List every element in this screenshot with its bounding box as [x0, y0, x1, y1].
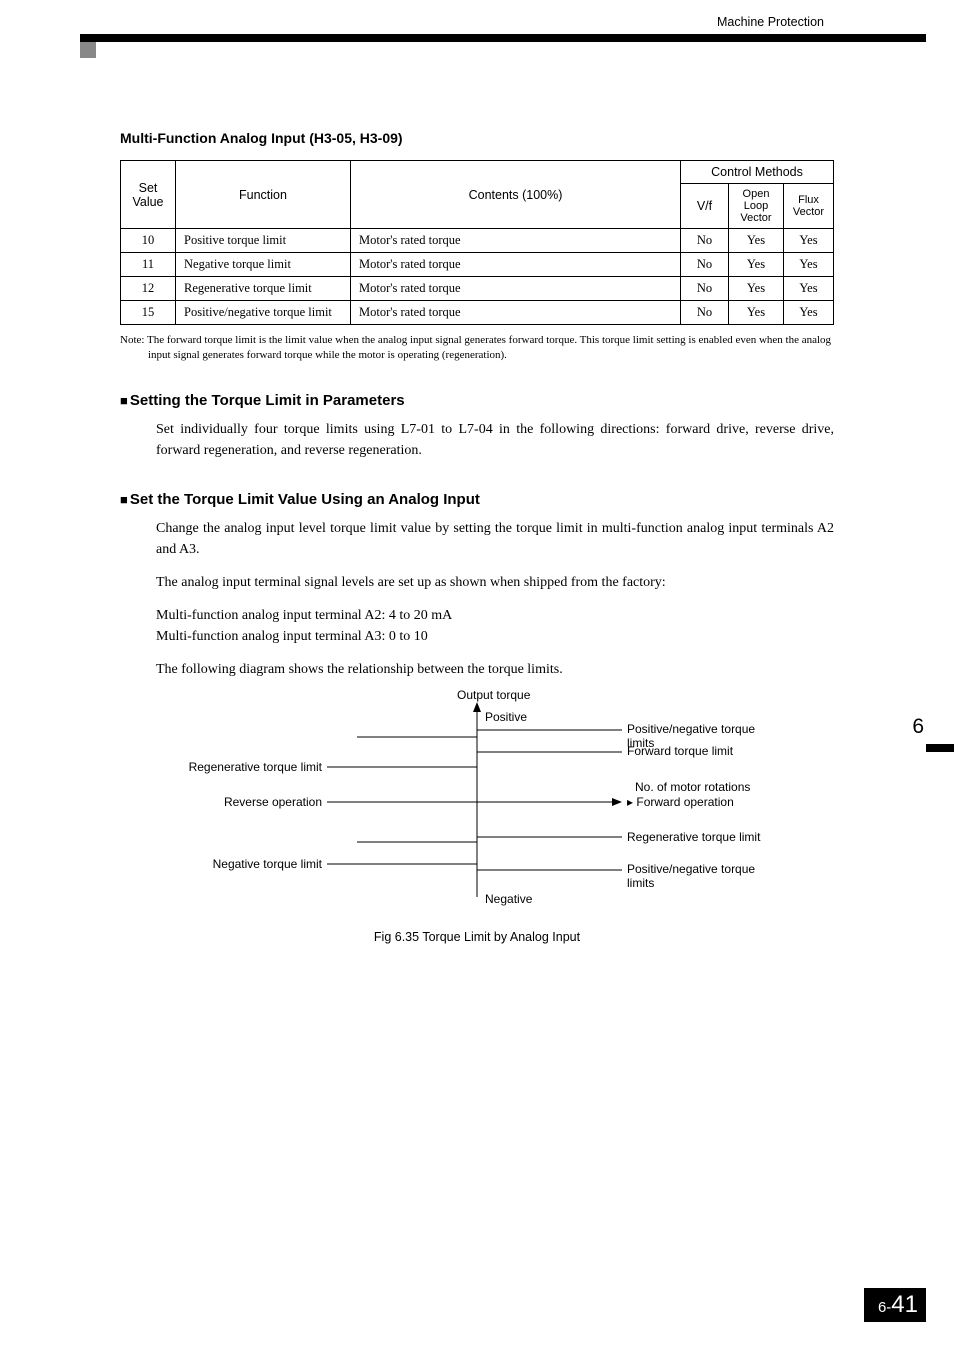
cell-cn: Motor's rated torque: [351, 301, 681, 325]
label-fwd-op: ▸ Forward operation: [627, 795, 734, 809]
table-title: Multi-Function Analog Input (H3-05, H3-0…: [120, 130, 834, 146]
table-row: 11 Negative torque limit Motor's rated t…: [121, 253, 834, 277]
label-neg-limit: Negative torque limit: [213, 857, 322, 871]
analog-input-table: Set Value Function Contents (100%) Contr…: [120, 160, 834, 325]
paragraph: Change the analog input level torque lim…: [156, 518, 834, 560]
footer-chap: 6-: [878, 1299, 891, 1316]
cell-sv: 10: [121, 229, 176, 253]
cell-olv: Yes: [729, 229, 784, 253]
cell-olv: Yes: [729, 253, 784, 277]
paragraph: Multi-function analog input terminal A2:…: [156, 605, 834, 647]
cell-cn: Motor's rated torque: [351, 253, 681, 277]
table-row: 10 Positive torque limit Motor's rated t…: [121, 229, 834, 253]
cell-sv: 12: [121, 277, 176, 301]
label-regen-left: Regenerative torque limit: [189, 760, 322, 774]
cell-fv: Yes: [784, 229, 834, 253]
cell-vf: No: [681, 253, 729, 277]
label-pn-limits2: Positive/negative torque limits: [627, 862, 777, 890]
paragraph: The following diagram shows the relation…: [156, 659, 834, 680]
chapter-number: 6: [912, 715, 924, 739]
th-vf: V/f: [681, 184, 729, 229]
section-heading: Setting the Torque Limit in Parameters: [120, 392, 834, 409]
section-heading: Set the Torque Limit Value Using an Anal…: [120, 491, 834, 508]
side-bar: [926, 744, 954, 752]
header-rule: [80, 34, 926, 42]
cell-vf: No: [681, 229, 729, 253]
label-positive: Positive: [485, 710, 527, 724]
table-row: 12 Regenerative torque limit Motor's rat…: [121, 277, 834, 301]
th-olv: Open Loop Vector: [729, 184, 784, 229]
cell-cn: Motor's rated torque: [351, 277, 681, 301]
label-rotations: No. of motor rotations: [635, 780, 750, 794]
cell-fv: Yes: [784, 301, 834, 325]
th-fv: Flux Vector: [784, 184, 834, 229]
cell-fv: Yes: [784, 253, 834, 277]
label-regen-right: Regenerative torque limit: [627, 830, 760, 844]
label-fwd-limit: Forward torque limit: [627, 744, 733, 758]
cell-fn: Positive torque limit: [176, 229, 351, 253]
paragraph: The analog input terminal signal levels …: [156, 572, 834, 593]
cell-sv: 11: [121, 253, 176, 277]
table-row: 15 Positive/negative torque limit Motor'…: [121, 301, 834, 325]
cell-olv: Yes: [729, 277, 784, 301]
paragraph: Set individually four torque limits usin…: [156, 419, 834, 461]
cell-fv: Yes: [784, 277, 834, 301]
page-number: 6-41: [864, 1288, 926, 1322]
th-control-methods: Control Methods: [681, 161, 834, 184]
header-section: Machine Protection: [717, 15, 824, 29]
cell-vf: No: [681, 277, 729, 301]
cell-cn: Motor's rated torque: [351, 229, 681, 253]
cell-fn: Positive/negative torque limit: [176, 301, 351, 325]
cell-sv: 15: [121, 301, 176, 325]
th-function: Function: [176, 161, 351, 229]
figure-caption: Fig 6.35 Torque Limit by Analog Input: [120, 930, 834, 944]
table-note: Note: The forward torque limit is the li…: [120, 333, 834, 362]
th-contents: Contents (100%): [351, 161, 681, 229]
footer-page: 41: [891, 1291, 918, 1318]
cell-fn: Negative torque limit: [176, 253, 351, 277]
cell-olv: Yes: [729, 301, 784, 325]
header-tab: [80, 42, 96, 58]
cell-vf: No: [681, 301, 729, 325]
cell-fn: Regenerative torque limit: [176, 277, 351, 301]
th-setvalue: Set Value: [121, 161, 176, 229]
label-output-torque: Output torque: [457, 688, 530, 702]
label-rev-op: Reverse operation: [224, 795, 322, 809]
torque-limit-diagram: Output torque Positive Negative Positive…: [177, 692, 777, 912]
label-negative: Negative: [485, 892, 532, 906]
